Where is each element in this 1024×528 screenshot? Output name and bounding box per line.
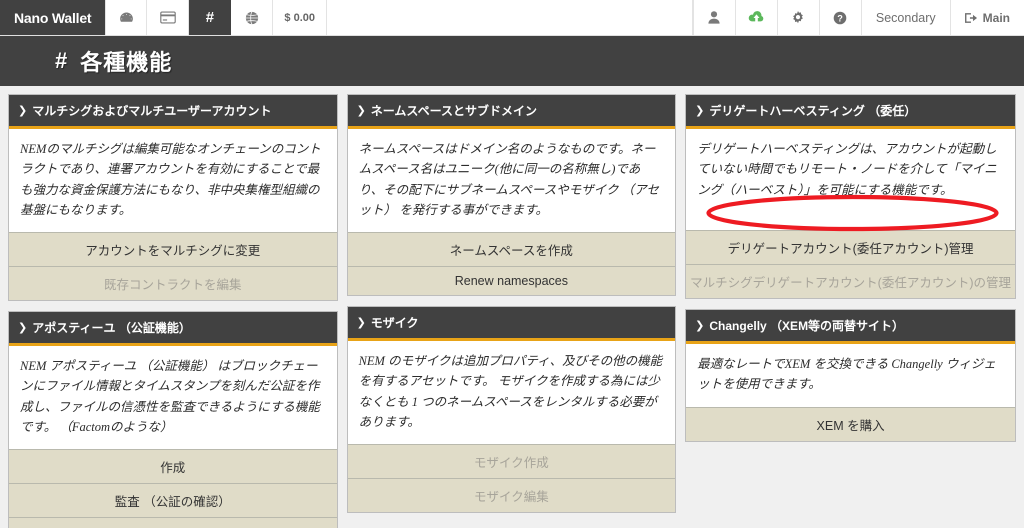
panel-apostille-title: アポスティーユ （公証機能） bbox=[32, 321, 191, 335]
nav-item-transactions[interactable] bbox=[147, 0, 190, 35]
panel-apostille: ❯ アポスティーユ （公証機能） NEM アポスティーユ （公証機能） はブロッ… bbox=[8, 311, 338, 528]
grid-column-3: ❯ デリゲートハーベスティング （委任） デリゲートハーベスティングは、アカウン… bbox=[685, 94, 1016, 528]
cloud-upload-icon bbox=[748, 11, 765, 24]
page-header: # 各種機能 bbox=[0, 36, 1024, 86]
brand-logo[interactable]: Nano Wallet bbox=[0, 0, 106, 35]
button-change-to-multisig[interactable]: アカウントをマルチシグに変更 bbox=[9, 232, 337, 266]
credit-card-icon bbox=[160, 11, 176, 24]
panel-mosaic-body: NEM のモザイクは追加プロパティ、及びその他の機能を有するアセットです。 モザ… bbox=[358, 354, 663, 429]
navbar-right-group: ? Secondary Main bbox=[692, 0, 1024, 35]
nav-item-settings[interactable] bbox=[776, 0, 819, 35]
nav-item-secondary[interactable]: Secondary bbox=[860, 0, 950, 35]
button-apostille-create[interactable]: 作成 bbox=[9, 449, 337, 483]
dashboard-icon bbox=[119, 10, 134, 25]
question-circle-icon: ? bbox=[833, 11, 847, 25]
user-icon bbox=[708, 11, 720, 24]
panel-namespace-title: ネームスペースとサブドメイン bbox=[370, 104, 537, 118]
button-manage-multisig-delegated-account[interactable]: マルチシグデリゲートアカウント(委任アカウント)の管理 bbox=[686, 264, 1015, 298]
panel-apostille-body: NEM アポスティーユ （公証機能） はブロックチェーンにファイル情報とタイムス… bbox=[20, 359, 320, 434]
panel-changelly-body: 最適なレートでXEM を交換できる Changelly ウィジェットを使用できま… bbox=[697, 357, 996, 392]
panel-namespace: ❯ ネームスペースとサブドメイン ネームスペースはドメイン名のようなものです。ネ… bbox=[346, 94, 677, 296]
gear-icon bbox=[791, 10, 805, 25]
nav-main-label: Main bbox=[982, 10, 1010, 25]
chevron-right-icon: ❯ bbox=[18, 105, 28, 117]
panel-namespace-header[interactable]: ❯ ネームスペースとサブドメイン bbox=[347, 95, 676, 129]
panel-multisig: ❯ マルチシグおよびマルチユーザーアカウント NEMのマルチシグは編集可能なオン… bbox=[8, 94, 338, 301]
panel-mosaic-title: モザイク bbox=[370, 316, 419, 330]
panel-changelly-header[interactable]: ❯ Changelly （XEM等の両替サイト） bbox=[686, 310, 1015, 344]
chevron-right-icon: ❯ bbox=[356, 317, 366, 329]
nav-item-balance[interactable]: $ 0.00 bbox=[273, 0, 327, 35]
balance-amount: $ 0.00 bbox=[284, 11, 315, 24]
grid-row: ❯ マルチシグおよびマルチユーザーアカウント NEMのマルチシグは編集可能なオン… bbox=[8, 94, 1016, 528]
nav-item-account[interactable] bbox=[692, 0, 735, 35]
button-edit-mosaic[interactable]: モザイク編集 bbox=[347, 478, 676, 512]
panel-mosaic-header[interactable]: ❯ モザイク bbox=[347, 307, 676, 341]
panel-changelly: ❯ Changelly （XEM等の両替サイト） 最適なレートでXEM を交換で… bbox=[685, 309, 1016, 442]
grid-column-2: ❯ ネームスペースとサブドメイン ネームスペースはドメイン名のようなものです。ネ… bbox=[346, 94, 677, 528]
page-title-icon: # bbox=[55, 48, 69, 73]
globe-icon bbox=[245, 11, 259, 25]
panel-delegated-harvesting: ❯ デリゲートハーベスティング （委任） デリゲートハーベスティングは、アカウン… bbox=[685, 94, 1016, 299]
nav-item-main[interactable]: Main bbox=[949, 0, 1024, 35]
nav-item-upload[interactable] bbox=[734, 0, 777, 35]
top-navbar: Nano Wallet # $ 0.00 ? Secondary Main bbox=[0, 0, 1024, 36]
chevron-right-icon: ❯ bbox=[695, 320, 705, 332]
nav-item-dashboard[interactable] bbox=[105, 0, 148, 35]
panel-delegated-header[interactable]: ❯ デリゲートハーベスティング （委任） bbox=[686, 95, 1015, 129]
chevron-right-icon: ❯ bbox=[18, 322, 28, 334]
hash-icon: # bbox=[205, 9, 215, 26]
nav-item-help[interactable]: ? bbox=[818, 0, 861, 35]
button-create-namespace[interactable]: ネームスペースを作成 bbox=[347, 232, 676, 266]
nav-item-services[interactable]: # bbox=[189, 0, 232, 35]
panel-namespace-body: ネームスペースはドメイン名のようなものです。ネームスペース名はユニーク(他に同一… bbox=[358, 142, 659, 217]
button-apostille-history[interactable]: 履歴 bbox=[9, 517, 337, 528]
grid-column-1: ❯ マルチシグおよびマルチユーザーアカウント NEMのマルチシグは編集可能なオン… bbox=[8, 94, 338, 528]
button-manage-delegated-account[interactable]: デリゲートアカウント(委任アカウント)管理 bbox=[686, 230, 1015, 264]
button-buy-xem[interactable]: XEM を購入 bbox=[686, 406, 1015, 441]
panel-multisig-header[interactable]: ❯ マルチシグおよびマルチユーザーアカウント bbox=[9, 95, 337, 129]
services-grid: ❯ マルチシグおよびマルチユーザーアカウント NEMのマルチシグは編集可能なオン… bbox=[0, 86, 1024, 528]
button-renew-namespaces[interactable]: Renew namespaces bbox=[347, 266, 676, 295]
nav-item-network[interactable] bbox=[231, 0, 274, 35]
panel-delegated-title: デリゲートハーベスティング （委任） bbox=[709, 104, 917, 118]
panel-changelly-title: Changelly （XEM等の両替サイト） bbox=[709, 319, 905, 333]
panel-multisig-title: マルチシグおよびマルチユーザーアカウント bbox=[32, 104, 272, 118]
chevron-right-icon: ❯ bbox=[695, 105, 705, 117]
navbar-spacer bbox=[327, 0, 693, 35]
button-apostille-audit[interactable]: 監査 （公証の確認） bbox=[9, 483, 337, 517]
button-edit-existing-contract[interactable]: 既存コントラクトを編集 bbox=[9, 266, 337, 300]
page-title: 各種機能 bbox=[80, 50, 173, 75]
panel-multisig-body: NEMのマルチシグは編集可能なオンチェーンのコントラクトであり、連署アカウントを… bbox=[20, 142, 321, 217]
svg-text:?: ? bbox=[838, 13, 844, 23]
button-create-mosaic[interactable]: モザイク作成 bbox=[347, 444, 676, 478]
panel-apostille-header[interactable]: ❯ アポスティーユ （公証機能） bbox=[9, 312, 337, 346]
sign-out-icon bbox=[964, 12, 978, 24]
panel-delegated-body: デリゲートハーベスティングは、アカウントが起動していない時間でもリモート・ノード… bbox=[697, 142, 997, 197]
panel-mosaic: ❯ モザイク NEM のモザイクは追加プロパティ、及びその他の機能を有するアセッ… bbox=[346, 306, 677, 513]
chevron-right-icon: ❯ bbox=[356, 105, 366, 117]
